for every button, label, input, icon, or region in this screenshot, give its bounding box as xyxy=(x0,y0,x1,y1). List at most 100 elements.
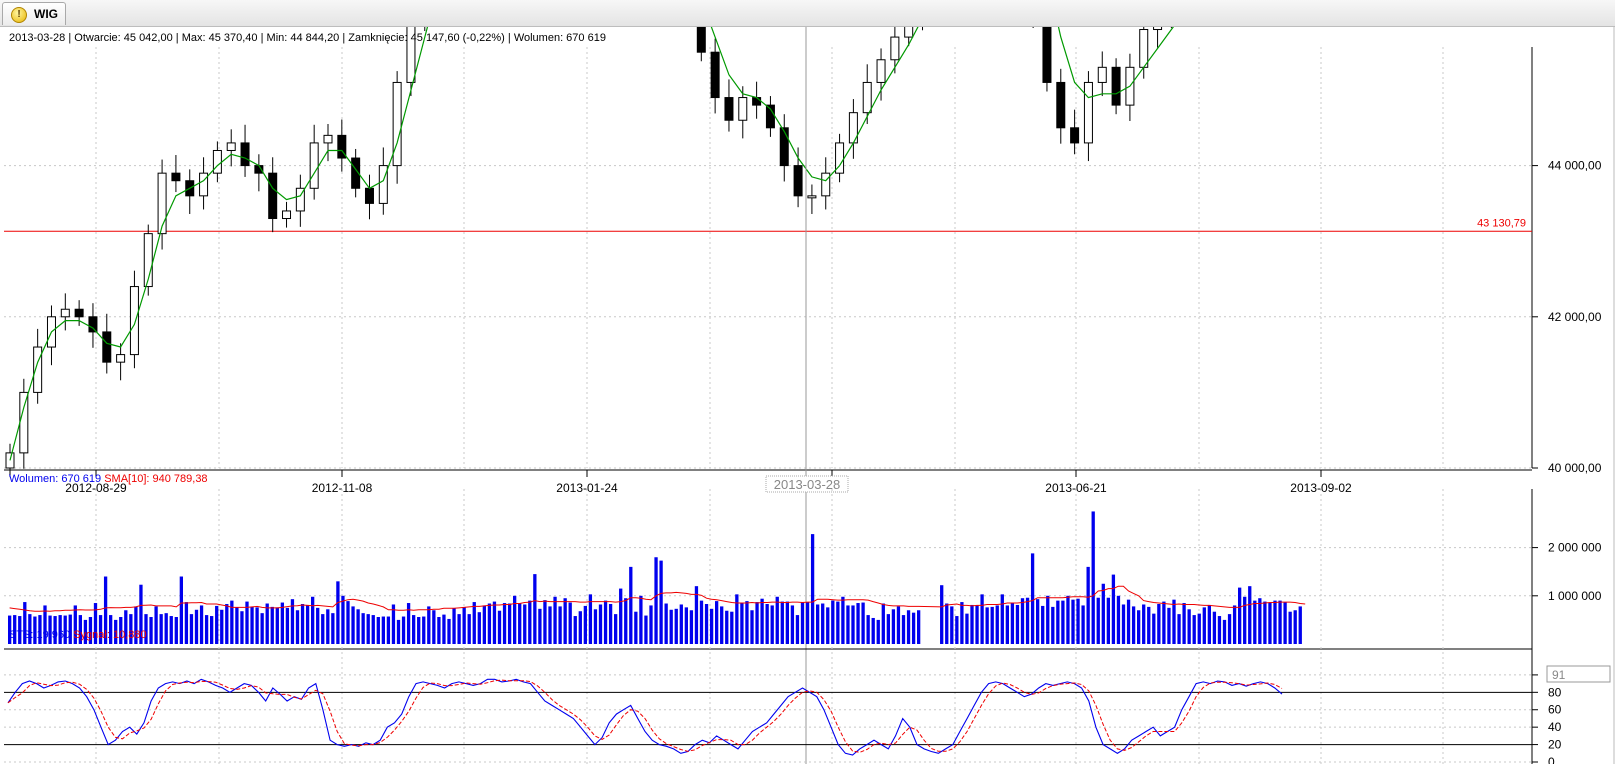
volume-bar xyxy=(1238,587,1242,644)
volume-bar xyxy=(990,606,994,644)
volume-bar xyxy=(179,576,183,644)
volume-bar xyxy=(1283,602,1287,644)
volume-bar xyxy=(1000,594,1004,644)
volume-bar xyxy=(215,605,219,644)
sts-y-tick-label: 80 xyxy=(1548,685,1562,699)
candle-body xyxy=(212,149,222,174)
tab-wig[interactable]: ! WIG xyxy=(2,2,66,25)
candle-body xyxy=(1139,29,1149,68)
volume-bar xyxy=(985,607,989,644)
volume-bar xyxy=(502,603,507,644)
volume-bar xyxy=(614,614,618,644)
candle-body xyxy=(60,308,70,318)
volume-bar xyxy=(669,609,673,644)
volume-bar xyxy=(634,611,638,644)
volume-bar xyxy=(1046,595,1050,644)
volume-bar xyxy=(154,606,158,644)
volume-bar xyxy=(790,605,795,644)
volume-bar xyxy=(1232,605,1237,644)
candle-body xyxy=(282,210,292,220)
candle-body xyxy=(862,81,872,114)
volume-bar xyxy=(1030,553,1035,644)
volume-bar xyxy=(750,610,754,644)
volume-bar xyxy=(1157,603,1161,644)
candle-body xyxy=(738,97,748,121)
price-x-tick-label: 2012-11-08 xyxy=(312,481,373,495)
volume-bar xyxy=(412,615,416,644)
volume-bar xyxy=(583,605,587,644)
volume-bar xyxy=(881,603,885,644)
price-y-tick-label: 44 000,00 xyxy=(1548,159,1602,173)
volume-bar xyxy=(184,602,189,644)
volume-bar xyxy=(1126,599,1131,644)
volume-bar xyxy=(603,600,608,644)
volume-bar xyxy=(1207,604,1211,644)
volume-bar xyxy=(624,598,628,644)
volume-bar xyxy=(568,602,572,644)
volume-bar xyxy=(189,614,194,644)
candle-body xyxy=(821,172,831,197)
sts-info-value: STS: 19,960 xyxy=(9,629,71,641)
candle-body xyxy=(807,195,817,199)
volume-bar xyxy=(417,617,421,644)
candle-body xyxy=(1056,81,1066,129)
sts-signal-line xyxy=(7,679,1283,753)
volume-bar xyxy=(1096,597,1100,644)
volume-bar xyxy=(447,618,451,644)
volume-bar xyxy=(598,604,603,644)
candle-body xyxy=(890,36,900,61)
volume-bar xyxy=(361,613,365,644)
volume-info-sma: SMA[10]: 940 789,38 xyxy=(104,473,208,485)
candle-body xyxy=(309,142,319,189)
volume-bar xyxy=(265,603,269,644)
volume-bar xyxy=(629,566,633,644)
volume-bar xyxy=(955,616,959,644)
candle-body xyxy=(240,142,250,167)
candle-body xyxy=(323,134,333,144)
volume-bar xyxy=(1177,614,1181,644)
volume-bar xyxy=(1162,601,1166,644)
volume-bar xyxy=(821,603,825,644)
volume-bar xyxy=(664,603,668,644)
price-y-tick-label: 42 000,00 xyxy=(1548,310,1602,324)
volume-bar xyxy=(1182,603,1186,644)
volume-bar xyxy=(533,574,537,644)
volume-bar xyxy=(745,601,749,644)
volume-bar xyxy=(1243,596,1247,644)
volume-bar xyxy=(1293,610,1297,644)
volume-bar xyxy=(270,606,274,644)
volume-bar xyxy=(720,606,724,644)
candle-body xyxy=(226,142,236,151)
volume-bar xyxy=(886,614,890,644)
volume-bar xyxy=(816,604,820,644)
volume-bar xyxy=(199,605,204,644)
candle-body xyxy=(779,127,789,167)
volume-bar xyxy=(220,609,224,644)
volume-bar xyxy=(548,606,552,644)
volume-bar xyxy=(538,608,542,644)
volume-bar xyxy=(1131,606,1136,644)
volume-bar xyxy=(1192,615,1196,644)
volume-bar xyxy=(1091,511,1095,644)
chart-area[interactable]: 40 000,0042 000,0044 000,0046 000,0048 0… xyxy=(0,27,1615,764)
volume-bar xyxy=(1116,595,1121,644)
volume-bar xyxy=(386,616,391,644)
info-close: Zamknięcie: 45 147,60 (-0,22%) xyxy=(348,32,505,44)
info-open: Otwarcie: 45 042,00 xyxy=(74,32,173,44)
candle-body xyxy=(74,308,84,318)
volume-y-tick-label: 2 000 000 xyxy=(1548,541,1602,555)
volume-bar xyxy=(472,602,476,644)
volume-bar xyxy=(619,588,623,644)
volume-bar xyxy=(331,613,335,644)
volume-bar xyxy=(204,615,209,644)
candle-body xyxy=(19,391,29,454)
volume-bar xyxy=(725,610,729,644)
volume-bar xyxy=(1086,566,1090,644)
volume-bar xyxy=(891,609,896,644)
volume-bar xyxy=(800,602,805,644)
volume-bar xyxy=(856,603,860,644)
volume-y-tick-label: 1 000 000 xyxy=(1548,589,1602,603)
volume-bar xyxy=(995,605,999,644)
volume-bar xyxy=(901,615,906,644)
volume-bar xyxy=(396,619,401,644)
